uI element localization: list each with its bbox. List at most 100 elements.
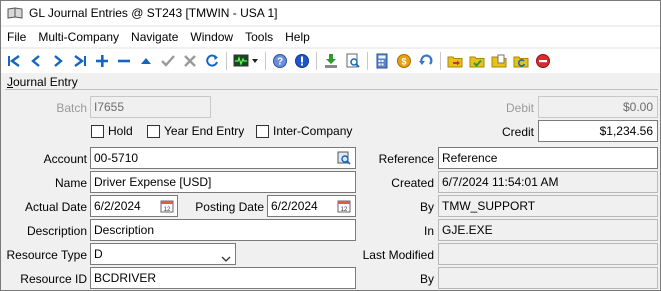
resource-id-field[interactable]: BCDRIVER [90, 267, 356, 289]
last-record-button[interactable] [69, 50, 91, 72]
created-by-field[interactable]: TMW_SUPPORT [438, 195, 658, 217]
posting-date-calendar-icon[interactable]: 12 [337, 199, 351, 213]
reverse-button[interactable] [415, 50, 437, 72]
chevron-down-icon[interactable] [221, 251, 231, 262]
refresh-icon [206, 54, 218, 67]
toolbar-separator [316, 52, 317, 70]
credit-field[interactable]: $1,234.56 [538, 120, 658, 142]
inter-company-checkbox-label: Inter-Company [273, 124, 353, 138]
x-icon [184, 55, 196, 67]
modified-by-field[interactable] [438, 267, 658, 289]
menu-help[interactable]: Help [279, 27, 316, 47]
view-selector-button[interactable] [230, 50, 262, 72]
account-field[interactable]: 00-5710 [90, 147, 356, 169]
svg-text:$: $ [401, 57, 406, 67]
last-modified-label: Last Modified [362, 248, 434, 262]
edit-record-button[interactable] [135, 50, 157, 72]
gl-journal-entries-window: GL Journal Entries @ ST243 [TMWIN - USA … [0, 0, 661, 291]
toolbar-separator [265, 52, 266, 70]
menu-bar: File Multi-Company Navigate Window Tools… [1, 27, 660, 47]
created-label: Created [391, 176, 434, 190]
folder-action-1-button[interactable] [444, 50, 466, 72]
folder-action-2-button[interactable] [466, 50, 488, 72]
cancel-button[interactable] [179, 50, 201, 72]
batch-label: Batch [56, 101, 87, 115]
coin-icon: $ [397, 54, 411, 68]
checkmark-icon [161, 55, 175, 67]
info-button[interactable] [291, 50, 313, 72]
folder-check-icon [469, 56, 485, 68]
dropdown-arrow-icon [252, 59, 258, 63]
created-field[interactable]: 6/7/2024 11:54:01 AM [438, 171, 658, 193]
journal-entry-section-label: Journal Entry [7, 75, 78, 89]
stop-icon [536, 54, 550, 68]
inter-company-checkbox[interactable]: Inter-Company [256, 124, 352, 138]
first-record-button[interactable] [3, 50, 25, 72]
triangle-up-icon [141, 58, 151, 64]
title-bar: GL Journal Entries @ ST243 [TMWIN - USA … [1, 1, 660, 25]
actual-date-calendar-icon[interactable]: 12 [160, 199, 174, 213]
menu-tools[interactable]: Tools [239, 27, 279, 47]
svg-text:?: ? [277, 57, 283, 68]
year-end-entry-checkbox[interactable]: Year End Entry [147, 124, 244, 138]
refresh-button[interactable] [201, 50, 223, 72]
in-label: In [423, 224, 434, 238]
hold-checkbox-box[interactable] [91, 124, 104, 138]
chevron-right-icon [54, 55, 63, 67]
debit-label: Debit [505, 101, 534, 115]
next-record-button[interactable] [47, 50, 69, 72]
post-button[interactable] [157, 50, 179, 72]
batch-field[interactable]: I7655 [90, 96, 211, 118]
folder-action-4-button[interactable] [510, 50, 532, 72]
hold-checkbox[interactable]: Hold [91, 124, 133, 138]
menu-navigate[interactable]: Navigate [125, 27, 184, 47]
help-icon: ? [273, 54, 287, 68]
description-field[interactable]: Description [90, 219, 356, 241]
preview-button[interactable] [342, 50, 364, 72]
app-book-icon [7, 7, 23, 19]
menu-window[interactable]: Window [184, 27, 239, 47]
year-end-entry-checkbox-box[interactable] [147, 124, 160, 138]
calculator-icon [376, 53, 388, 69]
help-button[interactable]: ? [269, 50, 291, 72]
resource-type-select[interactable]: D [90, 243, 236, 265]
inter-company-checkbox-box[interactable] [256, 124, 269, 138]
folder-action-3-button[interactable] [488, 50, 510, 72]
created-in-field[interactable]: GJE.EXE [438, 219, 658, 241]
toolbar-separator [367, 52, 368, 70]
plus-icon [96, 55, 108, 67]
folder-arrow-icon [447, 56, 463, 68]
minus-icon [118, 59, 130, 63]
reference-field[interactable]: Reference [438, 147, 658, 169]
last-record-icon [74, 55, 86, 67]
previous-record-button[interactable] [25, 50, 47, 72]
menu-multi-company[interactable]: Multi-Company [32, 27, 125, 47]
info-icon [295, 54, 309, 68]
posting-date-label: Posting Date [195, 200, 264, 214]
delete-record-button[interactable] [113, 50, 135, 72]
account-label: Account [43, 152, 87, 166]
svg-text:12: 12 [164, 207, 171, 213]
menu-file[interactable]: File [1, 27, 32, 47]
debit-field[interactable]: $0.00 [538, 96, 658, 118]
resource-type-label: Resource Type [6, 248, 88, 262]
by-label: By [419, 200, 434, 214]
svg-text:12: 12 [341, 207, 348, 213]
folder-document-icon [491, 54, 507, 68]
year-end-entry-checkbox-label: Year End Entry [164, 124, 245, 138]
currency-button[interactable]: $ [393, 50, 415, 72]
section-divider [5, 89, 658, 90]
stop-button[interactable] [532, 50, 554, 72]
actual-date-label: Actual Date [24, 200, 87, 214]
download-tray-icon [325, 54, 337, 68]
add-record-button[interactable] [91, 50, 113, 72]
calculator-button[interactable] [371, 50, 393, 72]
last-modified-field[interactable] [438, 243, 658, 265]
window-title: GL Journal Entries @ ST243 [TMWIN - USA … [29, 6, 278, 20]
import-button[interactable] [320, 50, 342, 72]
name-field[interactable]: Driver Expense [USD] [90, 171, 356, 193]
account-lookup-icon[interactable] [337, 151, 351, 165]
resource-id-label: Resource ID [20, 272, 87, 286]
modified-by-label: By [419, 272, 434, 286]
toolbar-separator [226, 52, 227, 70]
